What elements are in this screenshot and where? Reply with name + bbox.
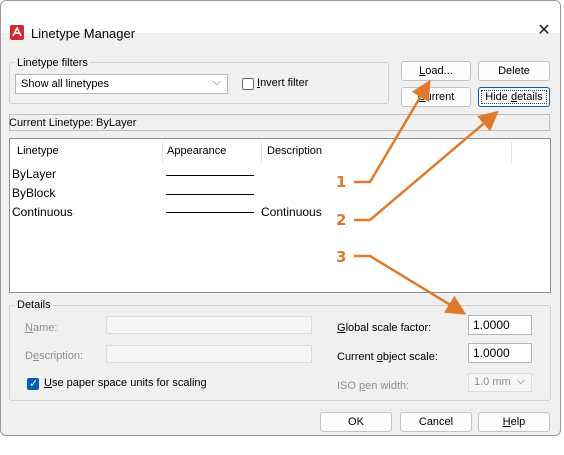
annotation-arrows xyxy=(354,79,499,315)
annotation-arrow-2 xyxy=(354,110,499,222)
annotation-label-3: 3 xyxy=(336,248,347,266)
annotation-arrow-3 xyxy=(354,254,467,315)
annotation-arrow-1 xyxy=(354,79,431,184)
annotation-label-2: 2 xyxy=(336,211,347,229)
annotation-label-1: 1 xyxy=(336,173,347,191)
